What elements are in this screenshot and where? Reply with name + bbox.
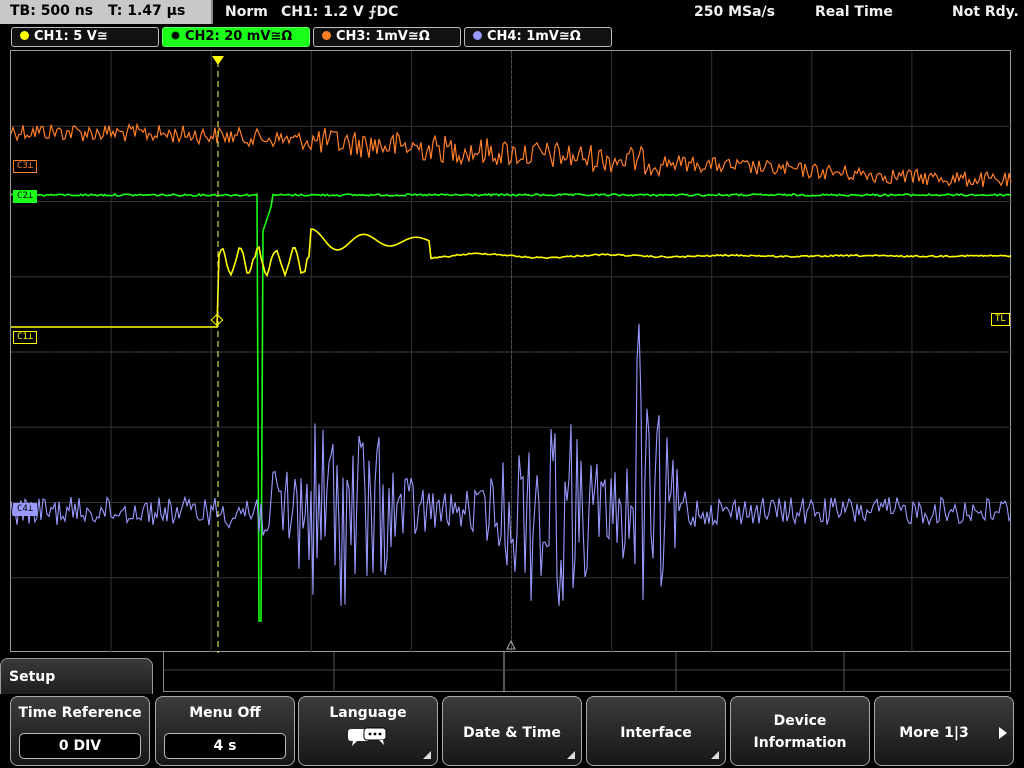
submenu-corner-icon bbox=[423, 751, 431, 759]
submenu-corner-icon bbox=[711, 751, 719, 759]
channel-tab-ch4[interactable]: CH4: 1mV≅Ω bbox=[464, 27, 612, 47]
date-time-label: Date & Time bbox=[463, 725, 561, 741]
timebase-value: TB: 500 ns bbox=[10, 3, 94, 19]
channel-tab-ch1[interactable]: CH1: 5 V≅ bbox=[11, 27, 159, 47]
menu-off-button[interactable]: Menu Off 4 s bbox=[155, 696, 295, 766]
ch4-label: CH4: 1mV≅Ω bbox=[487, 29, 581, 44]
language-label: Language bbox=[329, 705, 407, 721]
channel-tab-ch3[interactable]: CH3: 1mV≅Ω bbox=[313, 27, 461, 47]
sample-rate: 250 MSa/s bbox=[694, 4, 776, 20]
ch3-color-dot-icon bbox=[322, 31, 331, 40]
device-info-label-line1: Device bbox=[773, 713, 827, 729]
waveform-display[interactable]: C3⊥ C2⊥ C1⊥ C4⊥ TL bbox=[10, 50, 1012, 653]
trigger-setup[interactable]: CH1: 1.2 V ⨍DC bbox=[281, 4, 398, 20]
channel-tab-ch2[interactable]: CH2: 20 mV≅Ω bbox=[162, 27, 310, 47]
menu-title-tab: Setup bbox=[0, 658, 153, 698]
trigger-level-marker[interactable]: TL bbox=[991, 313, 1010, 326]
status-bar: TB: 500 ns T: 1.47 µs Norm CH1: 1.2 V ⨍D… bbox=[0, 0, 1024, 24]
waveform-canvas bbox=[11, 51, 1012, 653]
graticule bbox=[11, 51, 1012, 653]
ch1-label: CH1: 5 V≅ bbox=[34, 29, 108, 44]
trigger-time-value: T: 1.47 µs bbox=[107, 3, 186, 19]
interface-label: Interface bbox=[620, 725, 692, 741]
menu-off-label: Menu Off bbox=[189, 705, 261, 721]
language-button[interactable]: Language bbox=[298, 696, 438, 766]
timebase-box[interactable]: TB: 500 ns T: 1.47 µs bbox=[0, 0, 213, 24]
menu-off-value: 4 s bbox=[164, 733, 286, 759]
device-information-button[interactable]: Device Information bbox=[730, 696, 870, 766]
lower-strip bbox=[163, 652, 1012, 692]
ch3-label: CH3: 1mV≅Ω bbox=[336, 29, 430, 44]
ch2-label: CH2: 20 mV≅Ω bbox=[185, 29, 293, 44]
trigger-position-icon[interactable] bbox=[212, 56, 224, 65]
more-label: More 1|3 bbox=[899, 725, 969, 741]
next-page-arrow-icon bbox=[999, 727, 1007, 739]
lower-strip-grid bbox=[164, 652, 1012, 692]
speech-bubbles-icon bbox=[348, 727, 387, 746]
softkey-bar: Time Reference 0 DIV Menu Off 4 s Langua… bbox=[0, 694, 1024, 768]
ch2-level-marker[interactable]: C2⊥ bbox=[13, 190, 38, 203]
ch1-color-dot-icon bbox=[20, 31, 29, 40]
channel-tab-bar: CH1: 5 V≅ CH2: 20 mV≅Ω CH3: 1mV≅Ω CH4: 1… bbox=[0, 26, 1024, 48]
ch1-level-marker[interactable]: C1⊥ bbox=[13, 331, 38, 344]
ch4-color-dot-icon bbox=[473, 31, 482, 40]
interface-button[interactable]: Interface bbox=[586, 696, 726, 766]
ch3-level-marker[interactable]: C3⊥ bbox=[13, 160, 38, 173]
ch2-color-dot-icon bbox=[171, 31, 180, 40]
menu-title: Setup bbox=[9, 669, 56, 685]
submenu-corner-icon bbox=[567, 751, 575, 759]
acquisition-mode: Real Time bbox=[815, 4, 893, 20]
acquisition-state: Not Rdy. bbox=[952, 4, 1019, 20]
device-info-label-line2: Information bbox=[753, 735, 847, 751]
time-reference-button[interactable]: Time Reference 0 DIV bbox=[10, 696, 150, 766]
time-reference-label: Time Reference bbox=[18, 705, 142, 721]
ch4-level-marker[interactable]: C4⊥ bbox=[13, 503, 38, 516]
trigger-mode[interactable]: Norm bbox=[225, 4, 268, 20]
date-time-button[interactable]: Date & Time bbox=[442, 696, 582, 766]
time-reference-value: 0 DIV bbox=[19, 733, 141, 759]
more-button[interactable]: More 1|3 bbox=[874, 696, 1014, 766]
